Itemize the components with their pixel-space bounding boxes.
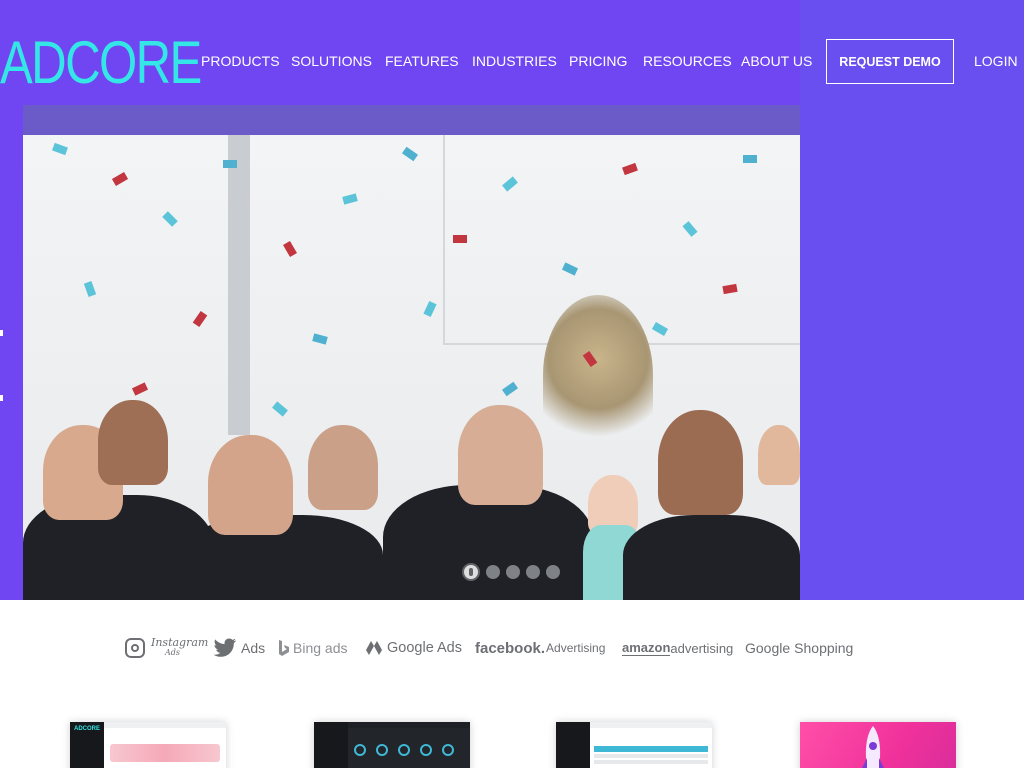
card-sidebar bbox=[556, 722, 590, 768]
google-shopping-logo: Google Shopping bbox=[745, 634, 853, 662]
google-shopping-label: Shopping bbox=[794, 640, 854, 656]
card-gauge bbox=[420, 744, 432, 756]
person-suit bbox=[623, 515, 800, 600]
nav-about-us[interactable]: ABOUT US bbox=[741, 52, 812, 70]
card-table-row bbox=[594, 754, 708, 758]
side-scroll-marker bbox=[0, 395, 3, 401]
card-chart bbox=[110, 744, 220, 762]
card-gauge bbox=[398, 744, 410, 756]
google-logo-text: Google bbox=[745, 640, 791, 656]
product-card-adcore[interactable]: ADCORE bbox=[70, 722, 226, 768]
person-head bbox=[658, 410, 743, 515]
card-gauge bbox=[354, 744, 366, 756]
request-demo-button[interactable]: REQUEST DEMO bbox=[826, 39, 954, 84]
facebook-advertising-label: Advertising bbox=[546, 641, 606, 655]
adcore-logo[interactable]: ADCORE bbox=[0, 28, 202, 98]
amazon-advertising-label: advertising bbox=[670, 640, 734, 656]
carousel-pagination bbox=[462, 563, 560, 581]
person-head bbox=[758, 425, 800, 485]
product-card-feeditor[interactable] bbox=[556, 722, 712, 768]
photo-crowd bbox=[23, 365, 800, 600]
hero-carousel-image bbox=[23, 105, 800, 600]
side-scroll-marker bbox=[0, 330, 3, 336]
twitter-ads-label: Ads bbox=[241, 640, 266, 656]
bing-icon bbox=[279, 640, 289, 656]
card-gauge bbox=[442, 744, 454, 756]
card-gauge bbox=[376, 744, 388, 756]
card-topbar bbox=[590, 722, 712, 728]
card-sidebar bbox=[314, 722, 348, 768]
top-navigation: ADCORE PRODUCTS SOLUTIONS FEATURES INDUS… bbox=[0, 0, 1024, 104]
photo-ceiling bbox=[23, 105, 800, 135]
bing-ads-logo: Bing ads bbox=[278, 634, 347, 662]
instagram-logo-sub: Ads bbox=[165, 648, 181, 657]
person-head bbox=[98, 400, 168, 485]
google-ads-label: Google Ads bbox=[387, 640, 462, 656]
confetti bbox=[223, 160, 237, 168]
bing-ads-label: Bing ads bbox=[293, 640, 348, 656]
confetti bbox=[743, 155, 757, 163]
person-head bbox=[308, 425, 378, 510]
nav-features[interactable]: FEATURES bbox=[385, 52, 459, 70]
carousel-dot-2[interactable] bbox=[486, 565, 500, 579]
product-card-rocket[interactable] bbox=[800, 722, 956, 768]
instagram-icon bbox=[125, 638, 145, 658]
nav-industries[interactable]: INDUSTRIES bbox=[472, 52, 557, 70]
google-ads-icon bbox=[366, 641, 382, 655]
product-card-dashboard[interactable] bbox=[314, 722, 470, 768]
card-table-row bbox=[594, 760, 708, 764]
nav-products[interactable]: PRODUCTS bbox=[201, 52, 280, 70]
carousel-dot-5[interactable] bbox=[546, 565, 560, 579]
nav-solutions[interactable]: SOLUTIONS bbox=[291, 52, 372, 70]
person-head bbox=[458, 405, 543, 505]
amazon-advertising-logo: amazon advertising bbox=[622, 634, 733, 662]
confetti bbox=[453, 235, 467, 243]
carousel-dot-4[interactable] bbox=[526, 565, 540, 579]
product-cards-row: ADCORE bbox=[0, 710, 1024, 768]
person-head bbox=[208, 435, 293, 535]
twitter-bird-icon bbox=[213, 638, 237, 657]
instagram-ads-logo: Instagram Ads bbox=[125, 634, 208, 662]
nav-pricing[interactable]: PRICING bbox=[569, 52, 627, 70]
login-link[interactable]: LOGIN bbox=[974, 52, 1018, 70]
card-table-header bbox=[594, 746, 708, 752]
carousel-dot-1[interactable] bbox=[462, 563, 480, 581]
facebook-logo-text: facebook. bbox=[475, 639, 546, 657]
rocket-icon bbox=[862, 726, 884, 768]
card-logo: ADCORE bbox=[74, 726, 101, 732]
carousel-dot-3[interactable] bbox=[506, 565, 520, 579]
twitter-ads-logo: Ads bbox=[213, 634, 265, 662]
partner-logos-strip: Instagram Ads Ads Bing ads Google Ads fac… bbox=[125, 634, 855, 662]
facebook-advertising-logo: facebook. Advertising bbox=[475, 634, 605, 662]
card-topbar bbox=[104, 722, 226, 728]
page: ADCORE PRODUCTS SOLUTIONS FEATURES INDUS… bbox=[0, 0, 1024, 768]
nav-resources[interactable]: RESOURCES bbox=[643, 52, 732, 70]
google-ads-logo: Google Ads bbox=[365, 634, 462, 662]
amazon-logo-text: amazon bbox=[622, 639, 671, 656]
